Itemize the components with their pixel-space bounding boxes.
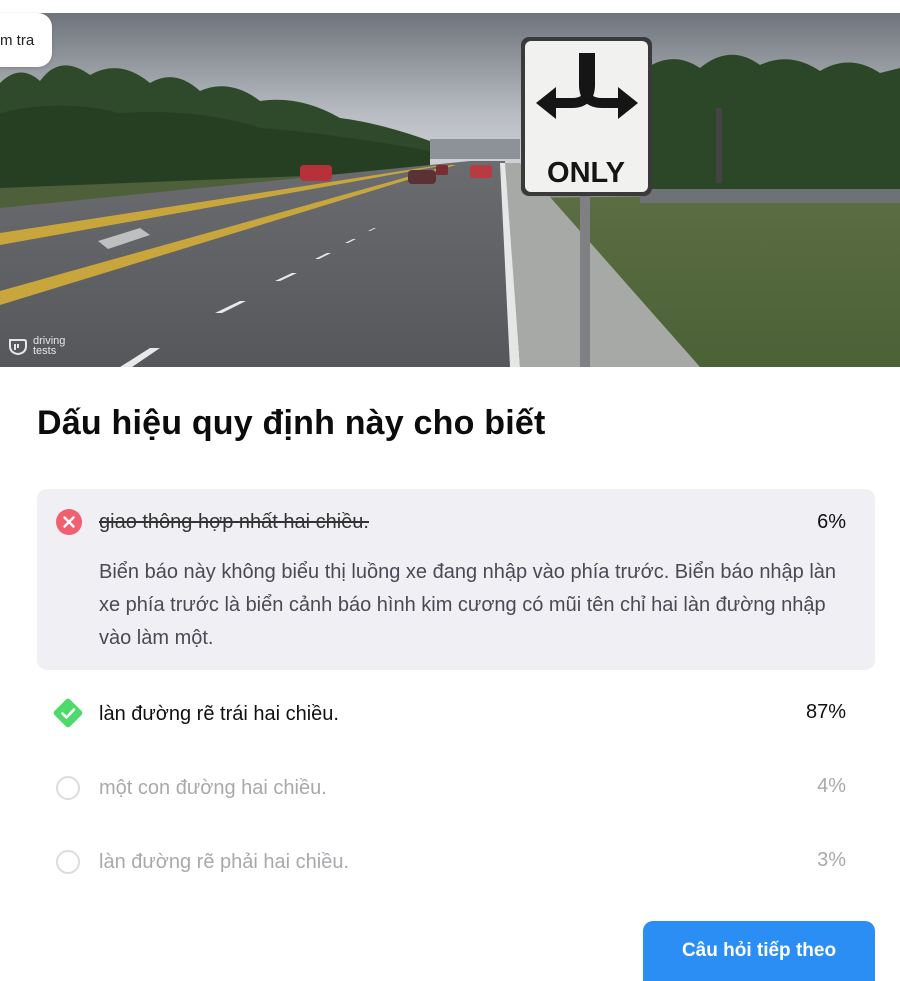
check-button-label: m tra <box>0 31 35 49</box>
radio-circle-icon <box>56 776 80 800</box>
top-strip <box>0 0 900 13</box>
answer-text-4: làn đường rẽ phải hai chiều. <box>99 851 349 873</box>
sign-text: ONLY <box>547 157 625 189</box>
road-scene-illustration: ONLY <box>0 13 900 367</box>
question-image: ONLY <box>0 13 900 367</box>
answer-row-1[interactable]: giao thông hợp nhất hai chiều. 6% <box>0 507 900 537</box>
answer-percent-2: 87% <box>805 701 846 723</box>
check-button-partial[interactable]: m tra <box>0 13 52 67</box>
logo-text-line2: tests <box>33 345 57 357</box>
answer-row-3[interactable]: một con đường hai chiều. 4% <box>0 773 900 803</box>
next-question-button[interactable]: Câu hỏi tiếp theo <box>643 921 875 981</box>
answer-text-2: làn đường rẽ trái hai chiều. <box>99 703 339 725</box>
correct-check-icon <box>53 698 83 728</box>
answer-percent-4: 3% <box>817 849 846 871</box>
driving-tests-logo: driving tests <box>8 336 65 357</box>
answer-row-2[interactable]: làn đường rẽ trái hai chiều. 87% <box>0 698 900 729</box>
answer-percent-1: 6% <box>817 511 846 533</box>
answer-row-4[interactable]: làn đường rẽ phải hai chiều. 3% <box>0 847 900 877</box>
answer-text-1: giao thông hợp nhất hai chiều. <box>99 511 369 533</box>
answer-percent-3: 4% <box>817 775 846 797</box>
question-title: Dấu hiệu quy định này cho biết <box>37 404 546 442</box>
radio-circle-icon <box>56 850 80 874</box>
logo-icon <box>9 339 27 356</box>
answer-explanation: Biển báo này không biểu thị luồng xe đan… <box>99 561 837 649</box>
wrong-x-icon <box>56 509 82 535</box>
answer-text-3: một con đường hai chiều. <box>99 777 327 799</box>
